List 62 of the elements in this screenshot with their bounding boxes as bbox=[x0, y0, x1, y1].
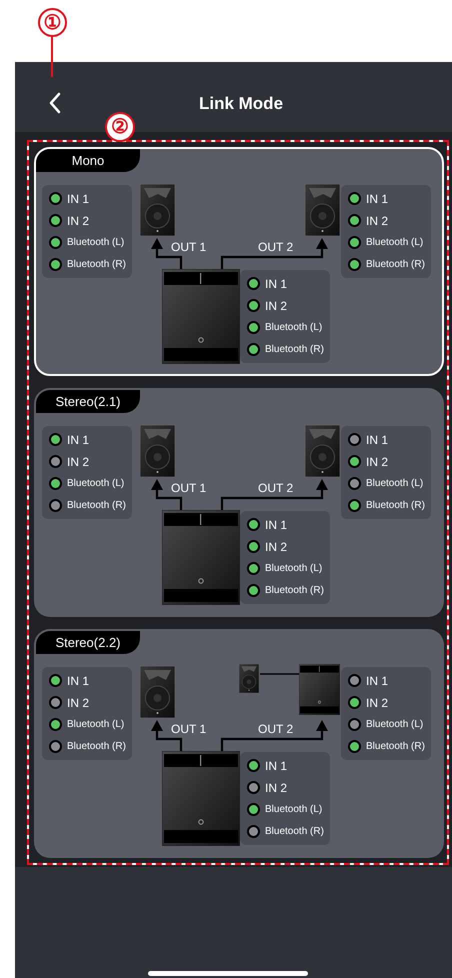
output-label: OUT 1 bbox=[171, 721, 206, 738]
output-label: OUT 1 bbox=[171, 480, 206, 497]
input-label: Bluetooth (R) bbox=[67, 740, 126, 754]
input-label: IN 1 bbox=[366, 672, 388, 690]
speaker-icon bbox=[305, 184, 340, 236]
input-label: Bluetooth (L) bbox=[265, 562, 322, 576]
speaker-icon bbox=[140, 425, 175, 477]
input-label: IN 1 bbox=[265, 516, 288, 534]
input-label: IN 2 bbox=[67, 212, 90, 230]
input-label: IN 1 bbox=[366, 190, 388, 208]
output-label: OUT 2 bbox=[258, 721, 294, 738]
input-label: IN 1 bbox=[265, 758, 288, 774]
subwoofer-icon bbox=[162, 751, 240, 846]
input-label: Bluetooth (L) bbox=[265, 803, 322, 817]
mode-tag: Stereo(2.2) bbox=[36, 631, 140, 654]
input-label: IN 1 bbox=[67, 432, 90, 448]
mode-tag: Stereo(2.1) bbox=[36, 390, 140, 413]
input-label: IN 2 bbox=[67, 454, 90, 470]
input-label: Bluetooth (R) bbox=[67, 258, 126, 272]
input-label: IN 2 bbox=[265, 780, 288, 796]
input-label: IN 2 bbox=[366, 454, 388, 470]
speaker-icon bbox=[305, 425, 340, 477]
input-label: Bluetooth (L) bbox=[366, 477, 424, 491]
input-label: IN 2 bbox=[67, 694, 90, 712]
subwoofer-icon bbox=[162, 269, 240, 364]
input-label: IN 1 bbox=[67, 672, 90, 690]
input-label: IN 2 bbox=[265, 538, 288, 556]
input-label: Bluetooth (R) bbox=[366, 499, 425, 513]
speaker-icon bbox=[140, 184, 175, 236]
subwoofer-icon bbox=[299, 664, 340, 715]
input-label: IN 2 bbox=[265, 298, 288, 314]
input-label: IN 2 bbox=[366, 694, 388, 712]
input-label: Bluetooth (R) bbox=[366, 740, 425, 754]
subwoofer-icon bbox=[162, 510, 240, 605]
output-label: OUT 2 bbox=[258, 239, 294, 256]
input-label: Bluetooth (L) bbox=[67, 236, 124, 250]
input-label: Bluetooth (L) bbox=[67, 477, 124, 491]
input-label: Bluetooth (L) bbox=[67, 718, 124, 732]
input-label: Bluetooth (R) bbox=[265, 825, 324, 839]
input-label: IN 1 bbox=[67, 190, 90, 208]
input-label: Bluetooth (R) bbox=[67, 499, 126, 513]
link-mode-card[interactable]: Stereo(2.1) OUT 1 OUT 2 IN 1 IN 2 Bluetooth (L) Bluetooth (R) IN 1 IN 2 Bluetooth (L) Bluetooth (R) IN 1 IN 2 Bluetooth (L) Bluetooth (R) bbox=[34, 388, 444, 617]
link-mode-card[interactable]: Mono OUT 1 OUT 2 IN 1 IN 2 Bluetooth (L) Bluetooth (R) IN 1 IN 2 Bluetooth (L) Bluetooth (R) IN 1 IN 2 Bluetooth (L) Bluetooth (R) bbox=[34, 147, 444, 376]
page-title: Link Mode bbox=[198, 92, 284, 115]
output-label: OUT 1 bbox=[171, 239, 206, 256]
input-label: IN 2 bbox=[366, 212, 388, 230]
back-icon[interactable] bbox=[48, 92, 62, 114]
input-label: Bluetooth (R) bbox=[366, 258, 425, 272]
output-label: OUT 2 bbox=[258, 480, 294, 497]
callout-marker: ① bbox=[38, 8, 67, 37]
input-label: Bluetooth (L) bbox=[265, 321, 322, 335]
input-label: Bluetooth (L) bbox=[366, 236, 424, 250]
link-mode-card[interactable]: Stereo(2.2) OUT 1 OUT 2 IN 1 IN 2 Bluetooth (L) Bluetooth (R) IN 1 IN 2 Bluetooth (L) Bluetooth (R) IN 1 IN 2 Bluetooth (L) Bluetooth (R) bbox=[34, 629, 444, 858]
input-label: IN 1 bbox=[366, 432, 388, 448]
input-label: Bluetooth (L) bbox=[366, 718, 424, 732]
input-label: IN 1 bbox=[265, 276, 288, 292]
input-label: Bluetooth (R) bbox=[265, 584, 324, 598]
cable-line bbox=[260, 673, 299, 675]
speaker-icon bbox=[239, 664, 259, 693]
input-label: Bluetooth (R) bbox=[265, 343, 324, 357]
mode-tag: Mono bbox=[36, 149, 140, 172]
speaker-icon bbox=[140, 666, 175, 718]
